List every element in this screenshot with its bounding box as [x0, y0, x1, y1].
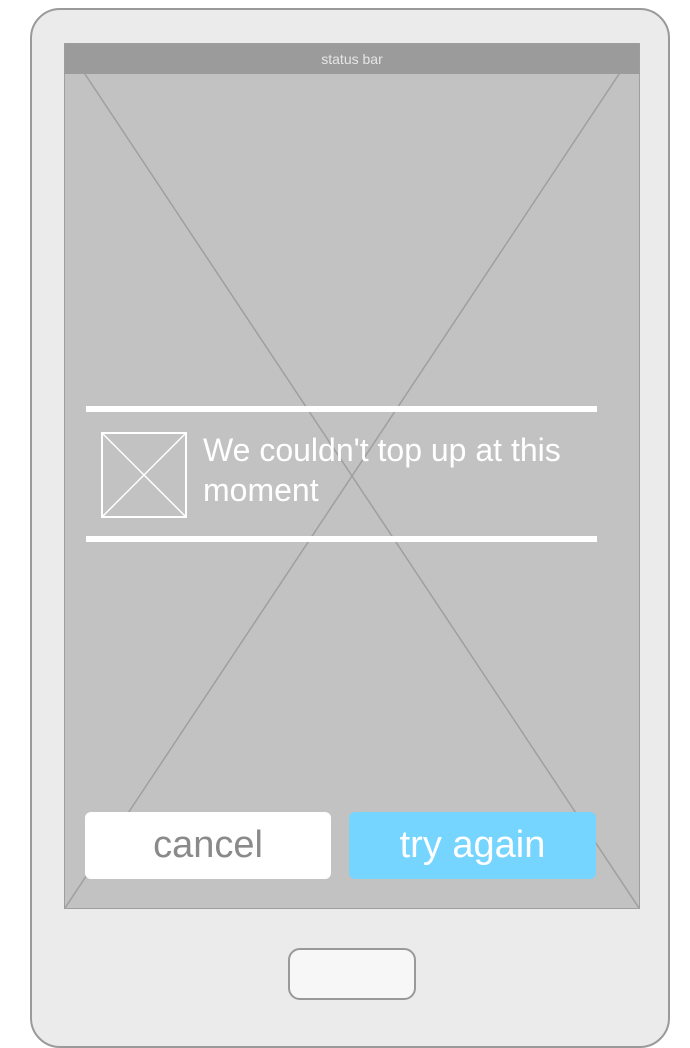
cancel-button[interactable]: cancel	[85, 812, 331, 879]
dialog-divider-top	[86, 406, 597, 412]
dialog-message: We couldn't top up at this moment	[203, 432, 561, 508]
home-button[interactable]	[288, 948, 416, 1000]
dialog-divider-bottom	[86, 536, 597, 542]
image-placeholder-icon	[101, 432, 187, 518]
status-bar: status bar	[65, 44, 639, 74]
try-again-button[interactable]: try again	[349, 812, 596, 879]
